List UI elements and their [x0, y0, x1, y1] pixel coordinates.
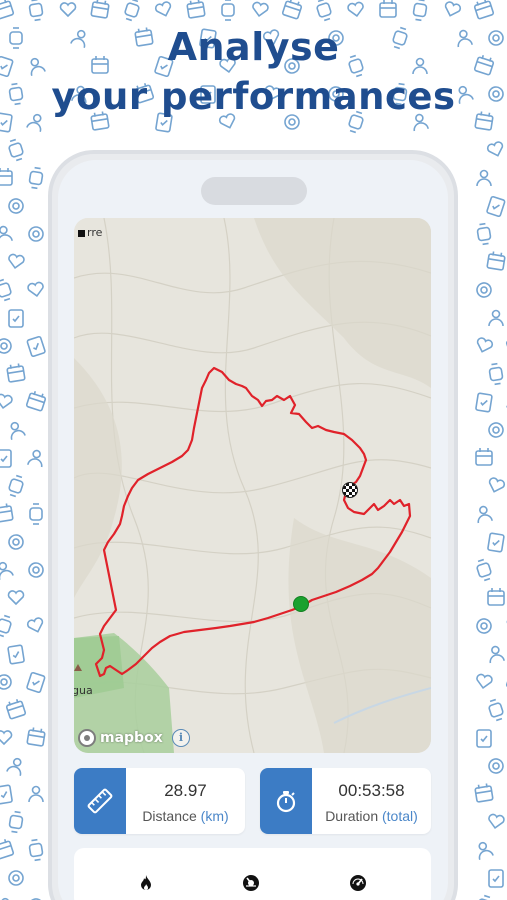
headline-line-2: your performances [51, 75, 456, 118]
map-place-label-top: rre [78, 226, 102, 239]
distance-icon-box [74, 768, 126, 834]
map-terrain [74, 218, 431, 753]
distance-card[interactable]: 28.97 Distance (km) [74, 768, 245, 834]
distance-label: Distance (km) [126, 808, 245, 824]
phone-notch [201, 177, 307, 205]
distance-unit: (km) [200, 808, 229, 824]
duration-icon-box [260, 768, 312, 834]
duration-label-text: Duration [325, 808, 379, 824]
distance-value: 28.97 [164, 781, 207, 800]
duration-label: Duration (total) [312, 808, 431, 824]
mapbox-logo-text: mapbox [100, 730, 163, 746]
mapbox-logo-icon [78, 729, 96, 747]
start-marker[interactable] [293, 596, 309, 612]
duration-unit: (total) [382, 808, 418, 824]
map-place-label-bottom: gua [74, 684, 93, 697]
info-icon[interactable]: i [172, 729, 190, 747]
duration-card[interactable]: 00:53:58 Duration (total) [260, 768, 431, 834]
distance-label-text: Distance [142, 808, 197, 824]
mapbox-logo[interactable]: mapbox [78, 729, 163, 747]
map-place-text-top: rre [87, 226, 103, 239]
headline-line-1: Analyse [167, 25, 340, 69]
gauge-icon [243, 875, 259, 891]
page-headline: Analyse your performances [0, 22, 507, 122]
speedometer-icon [350, 875, 366, 891]
duration-value: 00:53:58 [338, 781, 405, 800]
stopwatch-icon [276, 791, 296, 813]
route-map[interactable]: rre gua mapbox i [74, 218, 431, 753]
ruler-icon [87, 788, 113, 814]
checkered-flag-icon[interactable] [342, 482, 358, 498]
map-place-text-bottom: gua [74, 684, 93, 697]
flame-icon [141, 875, 151, 890]
map-peak-marker [74, 664, 82, 671]
